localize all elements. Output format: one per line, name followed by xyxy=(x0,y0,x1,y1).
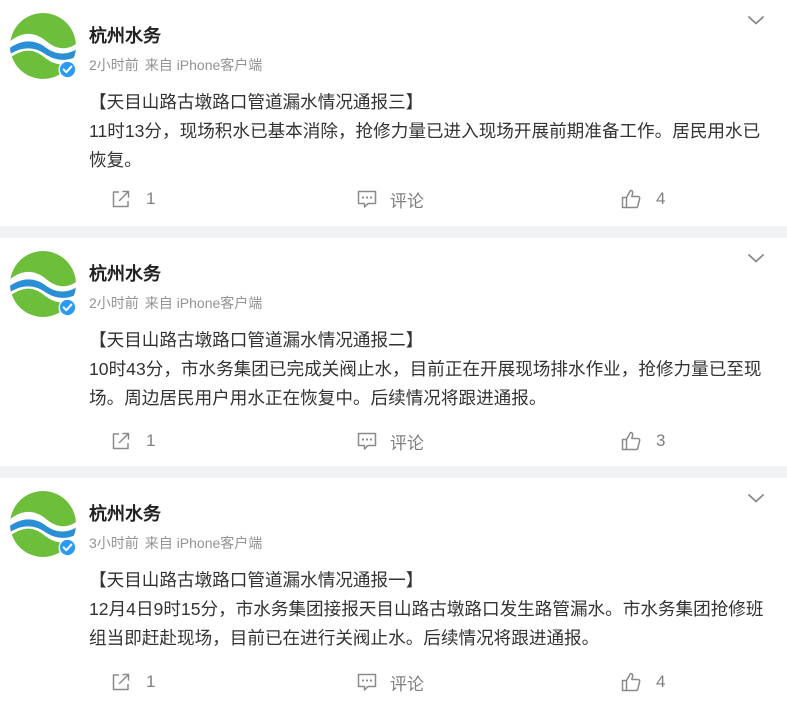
post-meta: 2小时前 来自 iPhone客户端 xyxy=(89,55,262,75)
author-name[interactable]: 杭州水务 xyxy=(89,260,161,286)
post-time[interactable]: 2小时前 xyxy=(89,295,139,311)
post-body: 11时13分，现场积水已基本消除，抢修力量已进入现场开展前期准备工作。居民用水已… xyxy=(89,121,761,170)
share-icon xyxy=(112,432,130,450)
author-name[interactable]: 杭州水务 xyxy=(89,22,161,48)
chevron-down-icon[interactable] xyxy=(747,14,765,26)
repost-count: 1 xyxy=(146,189,156,208)
post-body: 12月4日9时15分，市水务集团接报天目山路古墩路口发生路管漏水。市水务集团抢修… xyxy=(89,599,764,648)
post-actions: 1 评论 4 xyxy=(0,184,787,214)
like-count: 4 xyxy=(656,189,666,208)
thumbs-up-icon xyxy=(621,189,641,209)
post-source: 来自 iPhone客户端 xyxy=(144,57,263,73)
post-actions: 1 评论 3 xyxy=(0,426,787,456)
share-icon xyxy=(112,673,130,691)
post-source: 来自 iPhone客户端 xyxy=(144,535,263,551)
feed-post: 杭州水务 2小时前 来自 iPhone客户端 【天目山路古墩路口管道漏水情况通报二… xyxy=(0,238,787,466)
repost-button[interactable]: 1 xyxy=(110,667,155,697)
post-time[interactable]: 3小时前 xyxy=(89,535,139,551)
repost-button[interactable]: 1 xyxy=(110,426,155,456)
chevron-down-icon[interactable] xyxy=(747,252,765,264)
post-content: 【天目山路古墩路口管道漏水情况通报三】 11时13分，现场积水已基本消除，抢修力… xyxy=(89,88,769,175)
post-title: 【天目山路古墩路口管道漏水情况通报二】 xyxy=(89,330,424,350)
comment-icon xyxy=(357,190,377,208)
repost-button[interactable]: 1 xyxy=(110,184,155,214)
post-content: 【天目山路古墩路口管道漏水情况通报二】 10时43分，市水务集团已完成关阀止水，… xyxy=(89,326,769,413)
verified-badge-icon xyxy=(58,298,77,317)
comment-button[interactable]: 评论 xyxy=(356,426,424,456)
thumbs-up-icon xyxy=(621,431,641,451)
author-name[interactable]: 杭州水务 xyxy=(89,500,161,526)
post-title: 【天目山路古墩路口管道漏水情况通报一】 xyxy=(89,570,424,590)
post-content: 【天目山路古墩路口管道漏水情况通报一】 12月4日9时15分，市水务集团接报天目… xyxy=(89,566,769,653)
feed-post: 杭州水务 3小时前 来自 iPhone客户端 【天目山路古墩路口管道漏水情况通报一… xyxy=(0,478,787,705)
share-icon xyxy=(112,190,130,208)
verified-badge-icon xyxy=(58,60,77,79)
verified-badge-icon xyxy=(58,538,77,557)
comment-icon xyxy=(357,432,377,450)
post-meta: 2小时前 来自 iPhone客户端 xyxy=(89,293,262,313)
feed-post: 杭州水务 2小时前 来自 iPhone客户端 【天目山路古墩路口管道漏水情况通报三… xyxy=(0,0,787,226)
like-button[interactable]: 4 xyxy=(620,667,665,697)
chevron-down-icon[interactable] xyxy=(747,492,765,504)
comment-label: 评论 xyxy=(390,674,424,694)
post-source: 来自 iPhone客户端 xyxy=(144,295,263,311)
post-time[interactable]: 2小时前 xyxy=(89,57,139,73)
like-button[interactable]: 3 xyxy=(620,426,665,456)
like-button[interactable]: 4 xyxy=(620,184,665,214)
avatar[interactable] xyxy=(10,251,77,317)
like-count: 4 xyxy=(656,672,666,691)
repost-count: 1 xyxy=(146,431,156,450)
post-meta: 3小时前 来自 iPhone客户端 xyxy=(89,533,262,553)
comment-icon xyxy=(357,673,377,691)
comment-label: 评论 xyxy=(390,433,424,453)
repost-count: 1 xyxy=(146,672,156,691)
post-actions: 1 评论 4 xyxy=(0,667,787,697)
post-body: 10时43分，市水务集团已完成关阀止水，目前正在开展现场排水作业，抢修力量已至现… xyxy=(89,359,762,408)
avatar[interactable] xyxy=(10,13,77,79)
avatar[interactable] xyxy=(10,491,77,557)
post-title: 【天目山路古墩路口管道漏水情况通报三】 xyxy=(89,92,424,112)
comment-button[interactable]: 评论 xyxy=(356,184,424,214)
like-count: 3 xyxy=(656,431,666,450)
comment-label: 评论 xyxy=(390,191,424,211)
thumbs-up-icon xyxy=(621,672,641,692)
comment-button[interactable]: 评论 xyxy=(356,667,424,697)
